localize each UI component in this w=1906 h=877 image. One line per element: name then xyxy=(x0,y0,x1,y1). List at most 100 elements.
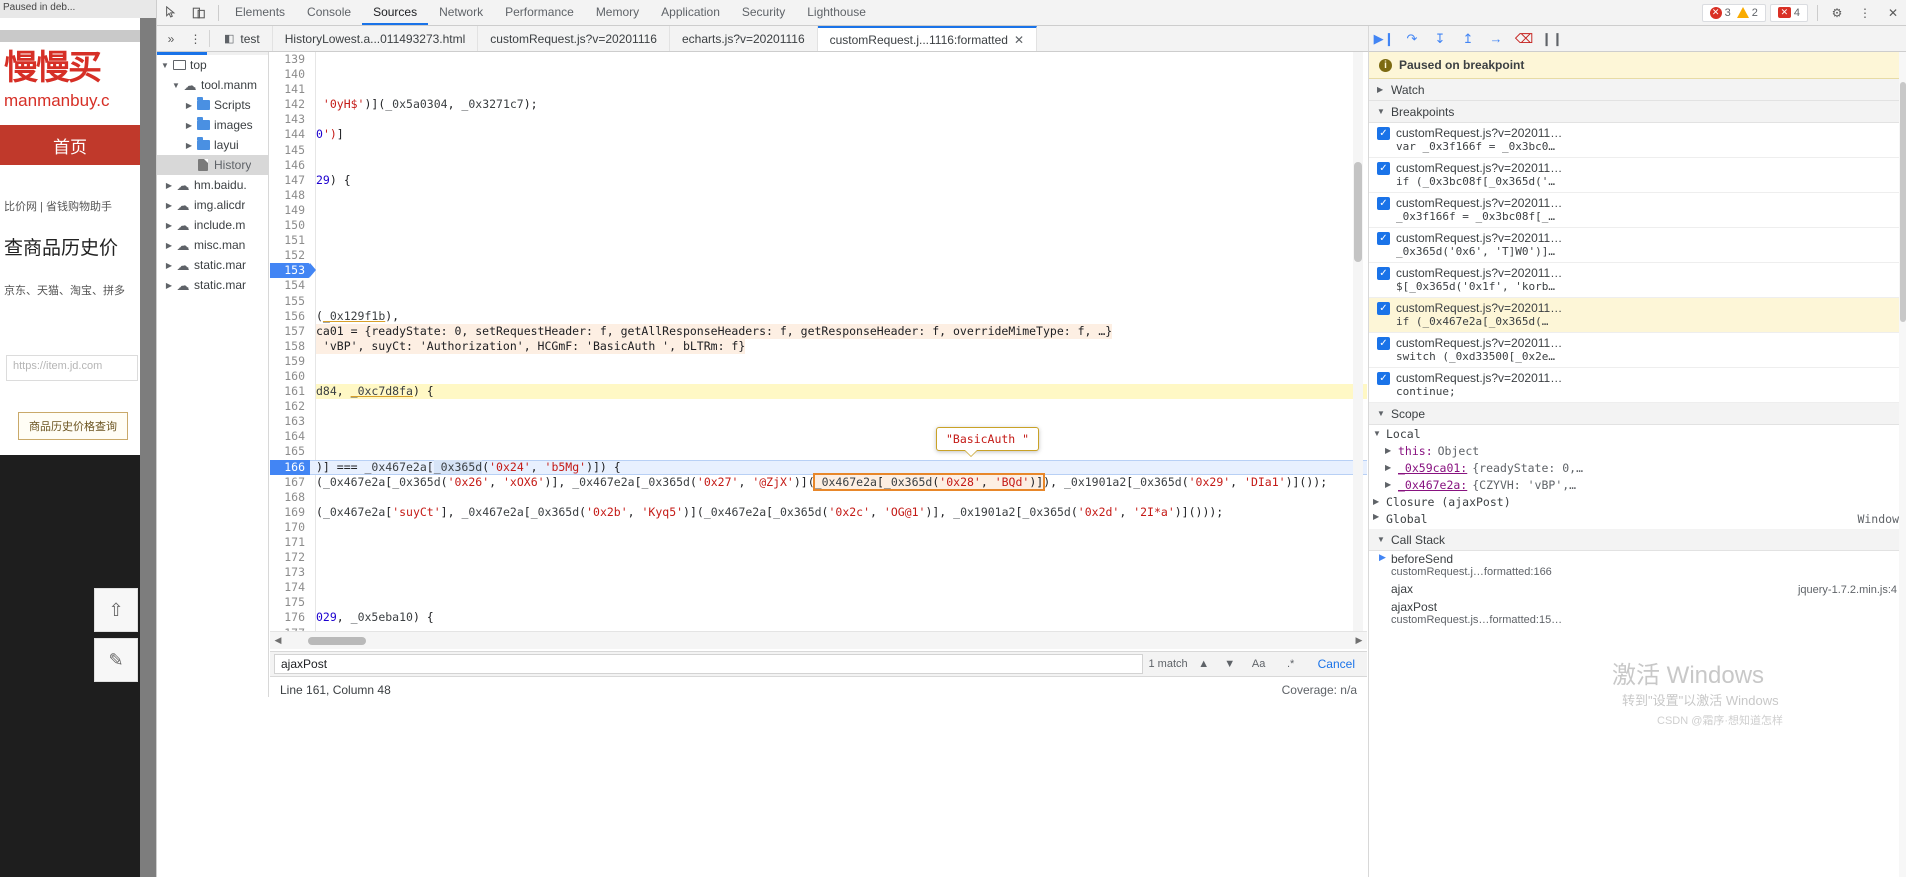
line-number[interactable]: 146 xyxy=(270,158,310,173)
tab-console[interactable]: Console xyxy=(296,0,362,25)
tree-item-misc-man[interactable]: ▶ ☁ misc.man xyxy=(157,235,268,255)
line-number[interactable]: 139 xyxy=(270,52,310,67)
tab-security[interactable]: Security xyxy=(731,0,796,25)
breakpoint-item[interactable]: ✓ customRequest.js?v=202011… $[_0x365d('… xyxy=(1369,263,1906,298)
scroll-left-icon[interactable]: ◀ xyxy=(270,635,286,646)
line-number[interactable]: 156 xyxy=(270,309,310,324)
chevron-down-icon[interactable]: ▼ xyxy=(1373,429,1381,438)
line-number[interactable]: 168 xyxy=(270,490,310,505)
line-number[interactable]: 142 xyxy=(270,97,310,112)
step-icon[interactable]: → xyxy=(1487,30,1505,48)
checkbox-checked-icon[interactable]: ✓ xyxy=(1377,372,1390,385)
more-vertical-icon[interactable]: ⋮ xyxy=(1851,0,1879,25)
checkbox-checked-icon[interactable]: ✓ xyxy=(1377,232,1390,245)
tree-item-scripts[interactable]: ▶ Scripts xyxy=(157,95,268,115)
checkbox-checked-icon[interactable]: ✓ xyxy=(1377,197,1390,210)
close-icon[interactable]: ✕ xyxy=(1014,33,1024,47)
line-number[interactable]: 149 xyxy=(270,203,310,218)
issues-badge[interactable]: ✕ 4 xyxy=(1769,3,1808,22)
line-number[interactable]: 159 xyxy=(270,354,310,369)
tree-item-tool-manmanbuy[interactable]: ▼ ☁ tool.manm xyxy=(157,75,268,95)
chevron-down-icon[interactable]: ▼ xyxy=(1377,535,1385,544)
line-number[interactable]: 145 xyxy=(270,143,310,158)
debugger-vertical-scrollbar[interactable] xyxy=(1899,52,1906,877)
twisty-closed-icon[interactable]: ▶ xyxy=(163,221,175,230)
line-number[interactable]: 167 xyxy=(270,475,310,490)
line-number[interactable]: 144 xyxy=(270,127,310,142)
line-number[interactable]: 155 xyxy=(270,294,310,309)
line-number[interactable]: 169 xyxy=(270,505,310,520)
close-icon[interactable]: ✕ xyxy=(1879,0,1906,25)
error-badge[interactable]: ✕ 3 xyxy=(1707,6,1734,19)
line-number[interactable]: 154 xyxy=(270,278,310,293)
line-number[interactable]: 157 xyxy=(270,324,310,339)
line-number[interactable]: 165 xyxy=(270,444,310,459)
line-number[interactable]: 161 xyxy=(270,384,310,399)
twisty-closed-icon[interactable]: ▶ xyxy=(163,261,175,270)
regex-button[interactable]: .* xyxy=(1278,654,1304,674)
twisty-closed-icon[interactable]: ▶ xyxy=(163,201,175,210)
tree-item-img-alicdn[interactable]: ▶ ☁ img.alicdr xyxy=(157,195,268,215)
file-tab-test[interactable]: ◧ test xyxy=(212,26,273,51)
tab-application[interactable]: Application xyxy=(650,0,731,25)
url-search-input[interactable]: https://item.jd.com xyxy=(6,355,138,381)
call-stack-frame[interactable]: ajaxPost customRequest.js…formatted:15… xyxy=(1369,599,1906,629)
line-number[interactable]: 175 xyxy=(270,595,310,610)
breakpoint-item[interactable]: ✓ customRequest.js?v=202011… continue; xyxy=(1369,368,1906,403)
twisty-closed-icon[interactable]: ▶ xyxy=(183,141,195,150)
checkbox-checked-icon[interactable]: ✓ xyxy=(1377,267,1390,280)
warning-badge[interactable]: 2 xyxy=(1734,7,1761,19)
twisty-closed-icon[interactable]: ▶ xyxy=(163,281,175,290)
tab-lighthouse[interactable]: Lighthouse xyxy=(796,0,877,25)
tab-elements[interactable]: Elements xyxy=(224,0,296,25)
code-editor[interactable]: 139 140 141 142 '0yH$')](_0x5a0304, _0x3… xyxy=(270,52,1367,646)
twisty-closed-icon[interactable]: ▶ xyxy=(163,241,175,250)
section-watch[interactable]: ▶ Watch xyxy=(1369,79,1906,101)
scope-group-closure[interactable]: ▶ Closure (ajaxPost) xyxy=(1369,493,1906,510)
scope-var-this[interactable]: ▶ this: Object xyxy=(1369,442,1906,459)
chevron-up-icon[interactable]: ▲ xyxy=(1194,654,1214,674)
line-number[interactable]: 150 xyxy=(270,218,310,233)
twisty-closed-icon[interactable]: ▶ xyxy=(163,181,175,190)
line-number[interactable]: 170 xyxy=(270,520,310,535)
tab-network[interactable]: Network xyxy=(428,0,494,25)
breakpoint-item[interactable]: ✓ customRequest.js?v=202011… _0x365d('0x… xyxy=(1369,228,1906,263)
gear-icon[interactable]: ⚙ xyxy=(1823,0,1851,25)
breakpoint-item-selected[interactable]: ✓ customRequest.js?v=202011… if (_0x467e… xyxy=(1369,298,1906,333)
file-tab-echarts[interactable]: echarts.js?v=20201116 xyxy=(669,26,818,51)
line-number[interactable]: 174 xyxy=(270,580,310,595)
tree-item-include-m[interactable]: ▶ ☁ include.m xyxy=(157,215,268,235)
line-number[interactable]: 148 xyxy=(270,188,310,203)
nav-home-button[interactable]: 首页 xyxy=(0,125,140,165)
chevron-right-icon[interactable]: ▶ xyxy=(1385,480,1393,489)
scrollbar-thumb[interactable] xyxy=(308,636,366,645)
line-number[interactable]: 158 xyxy=(270,339,310,354)
call-stack-frame[interactable]: ajax jquery-1.7.2.min.js:4 xyxy=(1369,581,1906,599)
scope-var-0x467e2a[interactable]: ▶ _0x467e2a: {CZYVH: 'vBP',… xyxy=(1369,476,1906,493)
checkbox-checked-icon[interactable]: ✓ xyxy=(1377,337,1390,350)
section-call-stack[interactable]: ▼ Call Stack xyxy=(1369,529,1906,551)
section-scope[interactable]: ▼ Scope xyxy=(1369,403,1906,425)
search-input[interactable] xyxy=(274,654,1143,674)
scope-group-local[interactable]: ▼ Local xyxy=(1369,425,1906,442)
chevron-right-icon[interactable]: ▶ xyxy=(1373,497,1381,506)
file-tab-customrequest[interactable]: customRequest.js?v=20201116 xyxy=(478,26,670,51)
line-number[interactable]: 160 xyxy=(270,369,310,384)
breakpoint-marker[interactable]: 153 xyxy=(270,263,316,279)
file-tab-customrequest-formatted[interactable]: customRequest.j...1116:formatted ✕ xyxy=(817,26,1037,51)
scope-var-0x59ca01[interactable]: ▶ _0x59ca01: {readyState: 0,… xyxy=(1369,459,1906,476)
line-number[interactable]: 173 xyxy=(270,565,310,580)
line-number[interactable]: 143 xyxy=(270,112,310,127)
deactivate-breakpoints-icon[interactable]: ⌫ xyxy=(1515,30,1533,48)
tree-item-top[interactable]: ▼ top xyxy=(157,55,268,75)
line-number[interactable]: 166 xyxy=(270,459,310,475)
tree-item-static-mar-2[interactable]: ▶ ☁ static.mar xyxy=(157,275,268,295)
tree-item-layui[interactable]: ▶ layui xyxy=(157,135,268,155)
show-navigator-icon[interactable]: » xyxy=(157,26,185,51)
tree-item-static-mar-1[interactable]: ▶ ☁ static.mar xyxy=(157,255,268,275)
chevron-down-icon[interactable]: ▼ xyxy=(1220,654,1240,674)
tree-item-hm-baidu[interactable]: ▶ ☁ hm.baidu. xyxy=(157,175,268,195)
cancel-button[interactable]: Cancel xyxy=(1310,657,1363,671)
tab-memory[interactable]: Memory xyxy=(585,0,650,25)
chevron-down-icon[interactable]: ▼ xyxy=(1377,409,1385,418)
